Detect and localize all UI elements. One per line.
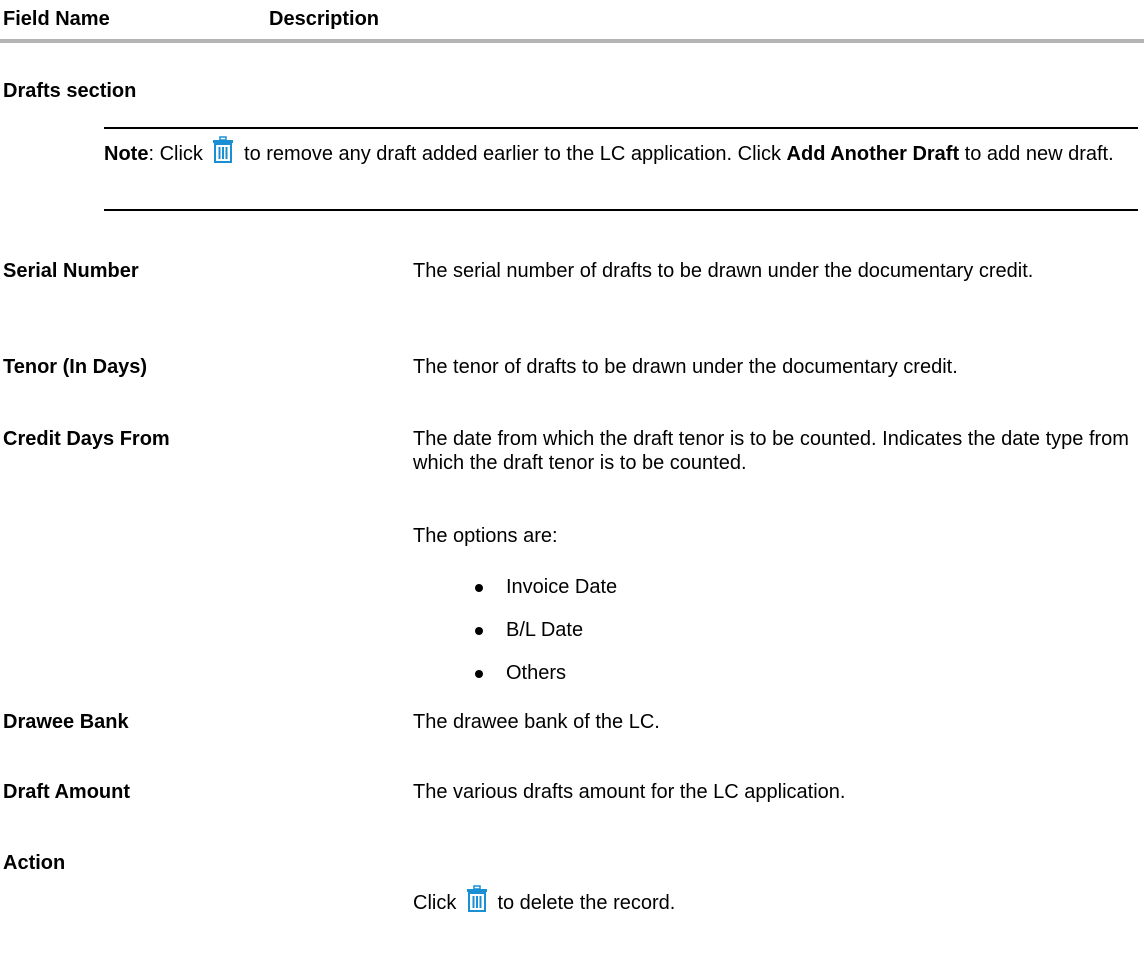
bullet <box>475 584 483 592</box>
field-credit-days-from: Credit Days From <box>3 428 170 450</box>
list-item: B/L Date <box>413 609 1013 652</box>
desc-drawee-bank: The drawee bank of the LC. <box>413 711 660 733</box>
bullet <box>475 627 483 635</box>
note-text: Note: Click to remove any draft added ea… <box>104 136 1138 166</box>
table-header: Field Name Description <box>0 8 1144 38</box>
desc-tenor: The tenor of drafts to be drawn under th… <box>413 356 958 378</box>
desc-credit-days-from: The date from which the draft tenor is t… <box>413 428 1129 474</box>
note-top-rule <box>104 127 1138 129</box>
field-action: Action <box>3 852 66 874</box>
trash-icon[interactable] <box>466 885 488 913</box>
options-list: Invoice Date B/L Date Others <box>413 566 1013 695</box>
field-drawee-bank: Drawee Bank <box>3 711 129 733</box>
note-label: Note <box>104 143 149 165</box>
field-tenor: Tenor (In Days) <box>3 356 148 378</box>
description-header: Description <box>269 8 380 30</box>
desc-serial-number: The serial number of drafts to be drawn … <box>413 260 1034 282</box>
field-serial-number: Serial Number <box>3 260 139 282</box>
list-item: Invoice Date <box>413 566 1013 609</box>
desc-action: Click to delete the record. <box>413 885 1138 915</box>
note-bottom-rule <box>104 209 1138 211</box>
field-name-header: Field Name <box>3 8 110 30</box>
trash-icon[interactable] <box>212 136 234 164</box>
options-intro: The options are: <box>413 525 558 547</box>
section-title: Drafts section <box>3 80 137 102</box>
header-divider <box>0 39 1144 43</box>
desc-draft-amount: The various drafts amount for the LC app… <box>413 781 846 803</box>
field-draft-amount: Draft Amount <box>3 781 131 803</box>
list-item: Others <box>413 652 1013 695</box>
bullet <box>475 670 483 678</box>
add-another-draft-link: Add Another Draft <box>786 143 960 165</box>
